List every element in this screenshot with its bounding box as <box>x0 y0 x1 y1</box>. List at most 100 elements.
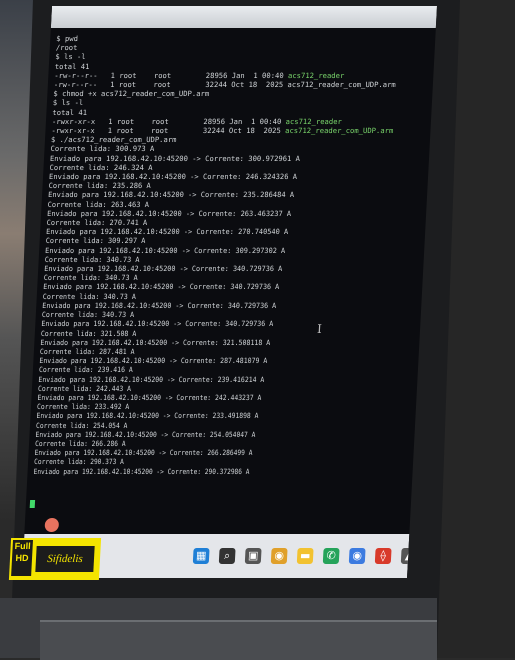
terminal-line-text: $ pwd <box>56 34 79 43</box>
search-icon[interactable]: ⌕ <box>218 548 236 564</box>
terminal-line-text: Corrente lida: 235.286 A <box>48 181 152 191</box>
terminal-line-text: Corrente lida: 340.73 A <box>42 291 137 301</box>
terminal-line: Enviado para 192.168.42.10:45200 -> Corr… <box>38 375 373 384</box>
terminal-line: Corrente lida: 233.492 A <box>37 402 368 411</box>
terminal-line: -rwxr-xr-x 1 root root 28956 Jan 1 00:40… <box>52 117 424 126</box>
terminal-line-text: $ ls -l <box>55 52 86 62</box>
terminal-cursor <box>29 500 36 508</box>
terminal-line-text: Enviado para 192.168.42.10:45200 -> Corr… <box>37 392 262 402</box>
terminal-line-text: Enviado para 192.168.42.10:45200 -> Corr… <box>33 466 250 476</box>
chrome-icon[interactable]: ◉ <box>270 548 288 564</box>
terminal-line-text: -rw-r--r-- 1 root root 32244 Oct 18 2025… <box>53 80 396 90</box>
terminal-line: $ ls -l <box>53 98 425 107</box>
chrome-alt-icon[interactable]: ◉ <box>348 548 366 564</box>
terminal-line-text: Enviado para 192.168.42.10:45200 -> Corr… <box>44 264 283 274</box>
terminal-line: Corrente lida: 321.508 A <box>41 329 384 338</box>
terminal-line-text: /root <box>55 43 78 53</box>
terminal-line-text: Corrente lida: 239.416 A <box>38 365 134 375</box>
terminal-line-text: Corrente lida: 270.741 A <box>46 218 148 228</box>
terminal-line: Enviado para 192.168.42.10:45200 -> Corr… <box>35 430 361 439</box>
windows-start-icon[interactable]: ▦ <box>192 548 210 564</box>
terminal-line: Corrente lida: 270.741 A <box>46 218 407 227</box>
terminal-line: Enviado para 192.168.42.10:45200 -> Corr… <box>40 338 381 347</box>
terminal-line-text: Corrente lida: 254.054 A <box>35 420 128 430</box>
terminal-line-text: Enviado para 192.168.42.10:45200 -> Corr… <box>44 245 286 255</box>
terminal-line-text: Corrente lida: 242.443 A <box>37 383 132 393</box>
monitor-screen: $ pwd/root $ ls -l total 41 -rw-r--r-- 1 ro… <box>22 6 437 578</box>
terminal-line-text: $ ls -l <box>52 98 84 108</box>
terminal-line-text: Corrente lida: 233.492 A <box>36 402 130 412</box>
terminal-line: Enviado para 192.168.42.10:45200 -> Corr… <box>43 282 393 291</box>
terminal-line-text: Enviado para 192.168.42.10:45200 -> Corr… <box>35 429 256 439</box>
file-explorer-icon[interactable]: ▬ <box>296 548 314 564</box>
terminal-line: Corrente lida: 300.973 A <box>50 144 422 153</box>
terminal-line: Corrente lida: 340.73 A <box>42 310 388 319</box>
terminal-line: $ pwd <box>56 34 428 43</box>
terminal-line: Corrente lida: 287.481 A <box>40 347 380 356</box>
terminal-line: Corrente lida: 266.286 A <box>35 439 360 448</box>
monitor-stickers: Full HD Sifidelis <box>8 538 102 580</box>
terminal-line-text: $ chmod +x acs712_reader_com_UDP.arm <box>53 89 210 99</box>
terminal-line-text: Enviado para 192.168.42.10:45200 -> Corr… <box>41 319 274 329</box>
terminal-line: $ ls -l <box>55 52 427 61</box>
terminal-line-text: Corrente lida: 309.297 A <box>45 236 146 246</box>
terminal-line-text: Enviado para 192.168.42.10:45200 -> Corr… <box>39 356 268 366</box>
terminal-line-text: -rwxr-xr-x 1 root root 32244 Oct 18 2025 <box>51 126 286 136</box>
terminal-line-text: Corrente lida: 246.324 A <box>49 162 153 172</box>
terminal-line-text: Enviado para 192.168.42.10:45200 -> Corr… <box>40 337 271 347</box>
terminal-line-text: Corrente lida: 340.73 A <box>41 310 135 320</box>
terminal-line: Enviado para 192.168.42.10:45200 -> Corr… <box>39 356 377 365</box>
terminal-line: Enviado para 192.168.42.10:45200 -> Corr… <box>45 246 401 255</box>
terminal-line-text: Corrente lida: 287.481 A <box>39 346 135 356</box>
terminal-line: /root <box>56 43 428 52</box>
terminal-line: Enviado para 192.168.42.10:45200 -> Corr… <box>47 209 409 218</box>
terminal-line-text: -rw-r--r-- 1 root root 28956 Jan 1 00:40 <box>54 70 289 80</box>
pdf-reader-icon[interactable]: ⟠ <box>374 548 392 564</box>
terminal-line: Corrente lida: 340.73 A <box>44 273 396 282</box>
terminal-line-text: -rwxr-xr-x 1 root root 28956 Jan 1 00:40 <box>51 116 286 126</box>
terminal-line: -rw-r--r-- 1 root root 28956 Jan 1 00:40… <box>54 71 426 80</box>
terminal-window[interactable]: $ pwd/root $ ls -l total 41 -rw-r--r-- 1 ro… <box>29 34 428 534</box>
terminal-line-text: Enviado para 192.168.42.10:45200 -> Corr… <box>42 300 277 310</box>
terminal-line: Enviado para 192.168.42.10:45200 -> Corr… <box>49 172 417 181</box>
terminal-line: Corrente lida: 290.373 A <box>34 457 356 466</box>
terminal-line: $ chmod +x acs712_reader_com_UDP.arm <box>53 89 425 98</box>
whatsapp-icon[interactable]: ✆ <box>322 548 340 564</box>
terminal-line-text: Enviado para 192.168.42.10:45200 -> Corr… <box>38 374 265 384</box>
terminal-line-text: Corrente lida: 290.373 A <box>33 457 125 467</box>
terminal-line-text: $ ./acs712_reader_com_UDP.arm <box>50 135 177 145</box>
terminal-line-text: Corrente lida: 263.463 A <box>47 199 150 209</box>
desk-edge <box>40 620 437 660</box>
terminal-line: Enviado para 192.168.42.10:45200 -> Corr… <box>44 264 397 273</box>
terminal-line-text: Enviado para 192.168.42.10:45200 -> Corr… <box>36 411 259 421</box>
terminal-line-text: Enviado para 192.168.42.10:45200 -> Corr… <box>47 190 295 200</box>
terminal-line: Enviado para 192.168.42.10:45200 -> Corr… <box>42 301 389 310</box>
terminal-line-text: Enviado para 192.168.42.10:45200 -> Corr… <box>43 282 280 292</box>
terminal-line-text: total 41 <box>54 61 90 71</box>
terminal-line: total 41 <box>52 108 424 117</box>
terminal-line-text: Corrente lida: 321.508 A <box>40 328 137 338</box>
terminal-line: total 41 <box>55 62 427 71</box>
terminal-line: Corrente lida: 242.443 A <box>38 384 372 393</box>
executable-filename: acs712_reader <box>287 70 345 80</box>
screen-glare <box>50 6 437 28</box>
terminal-line: Enviado para 192.168.42.10:45200 -> Corr… <box>41 319 385 328</box>
terminal-line-text: Enviado para 192.168.42.10:45200 -> Corr… <box>49 153 301 163</box>
executable-filename: acs712_reader_com_UDP.arm <box>284 126 394 136</box>
task-view-icon[interactable]: ▣ <box>244 548 262 564</box>
terminal-line-text: Enviado para 192.168.42.10:45200 -> Corr… <box>34 448 253 458</box>
terminal-line-text: Corrente lida: 340.73 A <box>43 273 138 283</box>
terminal-line-text: Corrente lida: 300.973 A <box>50 144 155 154</box>
terminal-line: Corrente lida: 309.297 A <box>45 236 403 245</box>
terminal-line: Corrente lida: 340.73 A <box>43 292 392 301</box>
terminal-line: Corrente lida: 340.73 A <box>44 255 399 264</box>
terminal-line: Enviado para 192.168.42.10:45200 -> Corr… <box>36 411 365 420</box>
terminal-line: Corrente lida: 254.054 A <box>36 421 364 430</box>
terminal-line: Enviado para 192.168.42.10:45200 -> Corr… <box>50 154 421 163</box>
terminal-line: Enviado para 192.168.42.10:45200 -> Corr… <box>48 190 413 199</box>
terminal-line: -rwxr-xr-x 1 root root 32244 Oct 18 2025… <box>51 126 423 135</box>
terminal-line: Enviado para 192.168.42.10:45200 -> Corr… <box>33 467 353 476</box>
executable-filename: acs712_reader <box>285 116 343 126</box>
terminal-line: Enviado para 192.168.42.10:45200 -> Corr… <box>37 393 369 402</box>
terminal-line: -rw-r--r-- 1 root root 32244 Oct 18 2025… <box>54 80 426 89</box>
